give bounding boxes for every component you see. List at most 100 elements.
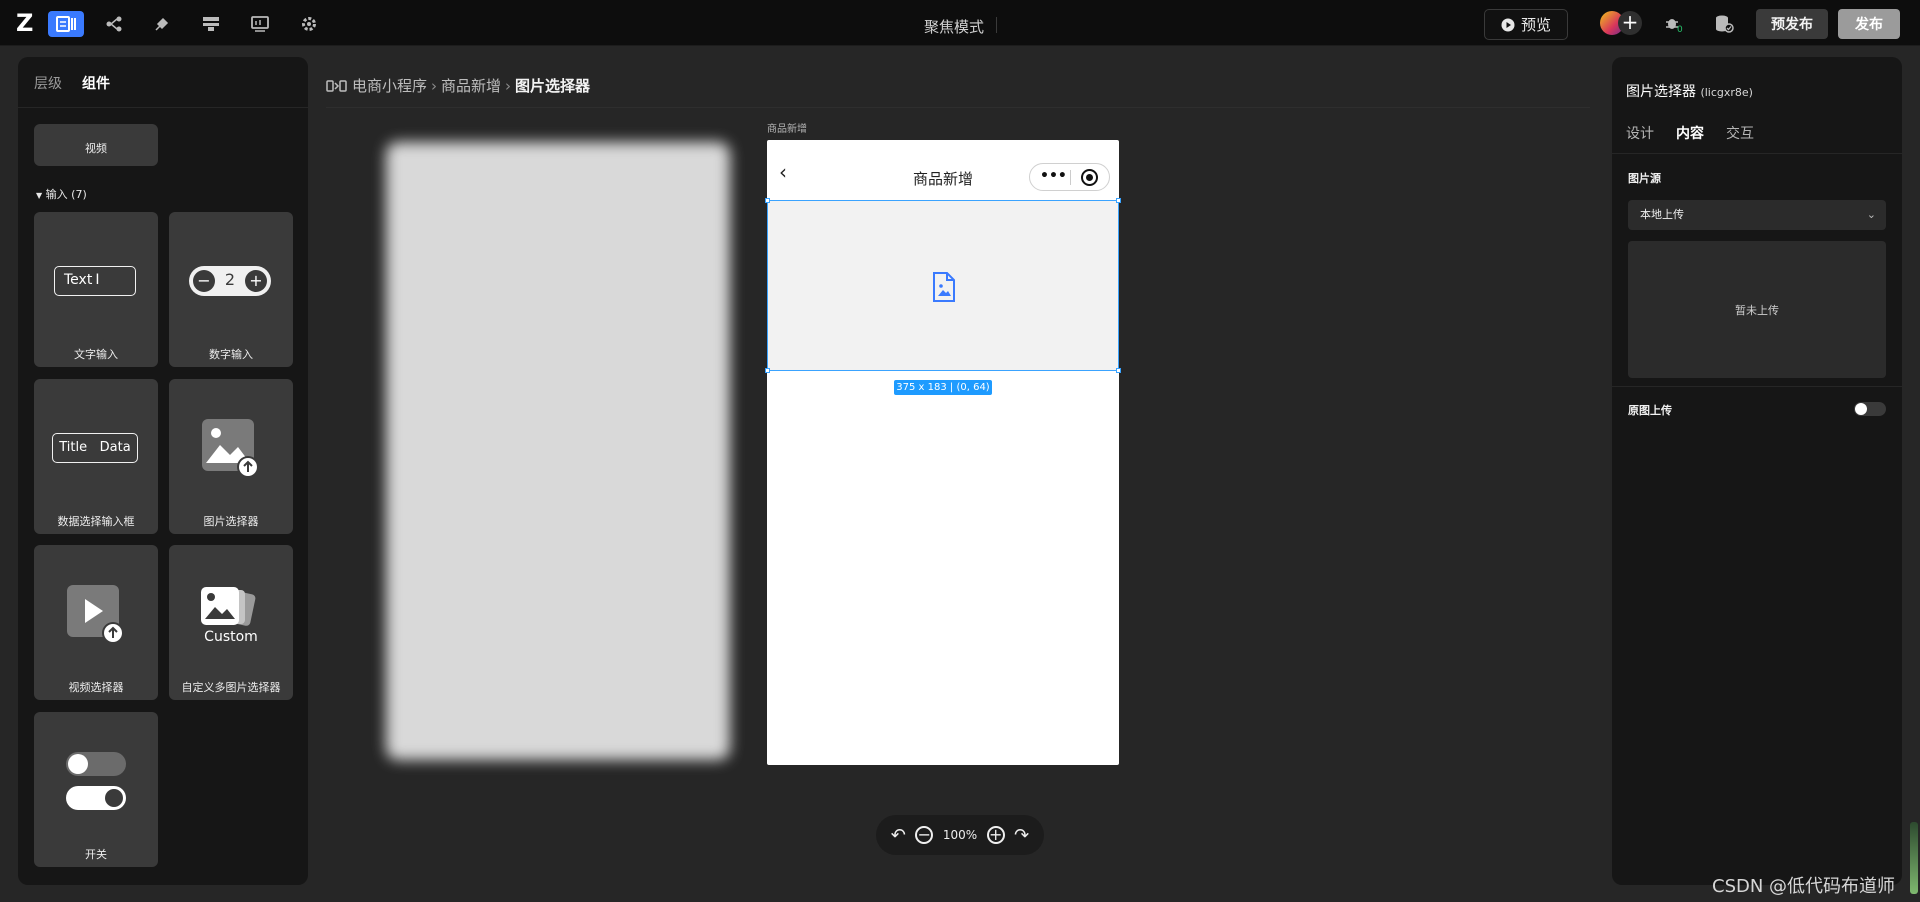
component-label: 开关 [85,848,107,861]
resize-handle[interactable] [765,198,770,203]
video-upload-icon [67,585,124,644]
prepublish-button[interactable]: 预发布 [1756,9,1828,39]
drag-ghost-page [386,142,730,760]
pages-icon[interactable] [48,11,84,37]
breadcrumb-item-component: 图片选择器 [515,77,591,95]
breadcrumb-item-page[interactable]: 商品新增 [441,75,501,96]
component-title: 图片选择器 (licgxr8e) [1626,81,1753,101]
component-label: 数字输入 [209,348,253,361]
tab-layers[interactable]: 层级 [34,73,62,93]
dimension-tag: 375 x 183 | (0, 64) [894,380,992,395]
divider [1612,386,1902,387]
play-icon [1501,18,1515,31]
watermark: CSDN @低代码布道师 [1712,876,1896,897]
gear-icon[interactable] [291,11,327,37]
divider [1612,153,1902,154]
zoom-in-icon[interactable]: + [986,826,1005,844]
original-upload-toggle[interactable] [1854,402,1886,416]
preview-title: Title [59,440,88,455]
resize-handle[interactable] [765,368,770,373]
top-bar: Z 聚焦模式 预览 + 0 预发布 发布 [0,0,1920,46]
undo-icon[interactable]: ↶ [891,825,906,846]
image-source-label: 图片源 [1628,172,1661,185]
stepper-value: 2 [224,270,236,289]
preview-button[interactable]: 预览 [1484,9,1568,40]
layout-icon[interactable] [193,11,229,37]
add-collaborator-icon[interactable]: + [1618,11,1642,35]
properties-panel: 图片选择器 (licgxr8e) 设计 内容 交互 图片源 本地上传 ⌄ 暂未上… [1612,57,1902,885]
original-upload-label: 原图上传 [1628,404,1672,417]
breadcrumb: 电商小程序 › 商品新增 › 图片选择器 [326,75,590,96]
component-number-input[interactable]: − 2 + 数字输入 [169,212,293,367]
preview-data: Data [99,440,131,455]
tab-design[interactable]: 设计 [1626,123,1654,143]
image-picker-placeholder[interactable] [765,198,1121,373]
image-board-icon[interactable] [242,11,278,37]
zoom-toolbar: ↶ − 100% + ↷ [876,815,1044,855]
preview-label: 预览 [1520,16,1551,34]
preview-text: Text [64,272,93,288]
section-title: 输入 (7) [45,188,87,201]
resize-handle[interactable] [1116,198,1121,203]
database-icon[interactable] [1706,11,1742,37]
image-file-icon [933,272,955,302]
bug-icon[interactable]: 0 [1656,11,1692,37]
tab-content[interactable]: 内容 [1676,123,1704,143]
app-icon[interactable] [326,79,348,93]
custom-label: Custom [204,629,258,645]
select-value: 本地上传 [1640,208,1684,221]
upload-area[interactable]: 暂未上传 [1628,241,1886,378]
breadcrumb-item-app[interactable]: 电商小程序 [352,75,427,96]
chevron-right-icon: › [505,76,512,95]
caret-down-icon: ▼ [36,191,43,200]
toggle-knob [105,789,123,807]
text-cursor-icon: I [95,272,100,288]
chevron-down-icon: ⌄ [1866,208,1876,221]
miniprogram-capsule[interactable]: ••• [1029,163,1110,191]
component-image-picker[interactable]: 图片选择器 [169,379,293,534]
property-tabs: 设计 内容 交互 [1626,123,1754,143]
logo: Z [16,9,34,37]
component-switch[interactable]: 开关 [34,712,158,867]
toggle-knob [68,754,88,774]
data-select-preview: Title Data [52,433,138,463]
component-label: 自定义多图片选择器 [181,681,281,694]
upload-placeholder: 暂未上传 [1735,303,1779,317]
component-data-select-input[interactable]: Title Data 数据选择输入框 [34,379,158,534]
component-video-picker[interactable]: 视频选择器 [34,545,158,700]
plus-icon: + [245,270,267,292]
component-label: 文字输入 [74,348,118,361]
component-custom-multi-image-picker[interactable]: Custom 自定义多图片选择器 [169,545,293,700]
toggle-off-preview [66,752,126,776]
minus-icon: − [193,270,215,292]
divider [1070,170,1071,185]
component-name: 图片选择器 [1626,84,1696,100]
svg-text:0: 0 [1677,25,1683,33]
divider [326,107,1590,108]
focus-mode-label[interactable]: 聚焦模式 [924,16,984,37]
component-panel: 层级 组件 视频 ▼ 输入 (7) Text I 文字输入 − 2 + 数字输入 … [18,57,308,885]
tab-components[interactable]: 组件 [82,73,110,93]
text-input-preview: Text I [54,266,136,296]
component-id: (licgxr8e) [1700,86,1753,99]
component-text-input[interactable]: Text I 文字输入 [34,212,158,367]
image-source-select[interactable]: 本地上传 ⌄ [1628,200,1886,230]
section-input-header[interactable]: ▼ 输入 (7) [36,186,87,202]
resize-handle[interactable] [1116,368,1121,373]
publish-button[interactable]: 发布 [1838,9,1900,39]
component-label: 数据选择输入框 [57,515,135,528]
component-video[interactable]: 视频 [34,124,158,166]
number-stepper-preview: − 2 + [189,266,271,296]
component-label: 视频 [85,142,107,155]
panel-tabs: 层级 组件 [34,73,110,93]
zoom-level: 100% [942,828,978,842]
redo-icon[interactable]: ↷ [1014,825,1029,846]
multi-image-icon [201,587,256,626]
phone-canvas[interactable]: ‹ 商品新增 ••• [765,140,1121,765]
more-icon: ••• [1040,168,1067,184]
close-target-icon [1081,169,1098,186]
tree-icon[interactable] [96,11,132,37]
zoom-out-icon[interactable]: − [915,826,934,844]
plugin-icon[interactable] [144,11,180,37]
tab-interaction[interactable]: 交互 [1726,123,1754,143]
